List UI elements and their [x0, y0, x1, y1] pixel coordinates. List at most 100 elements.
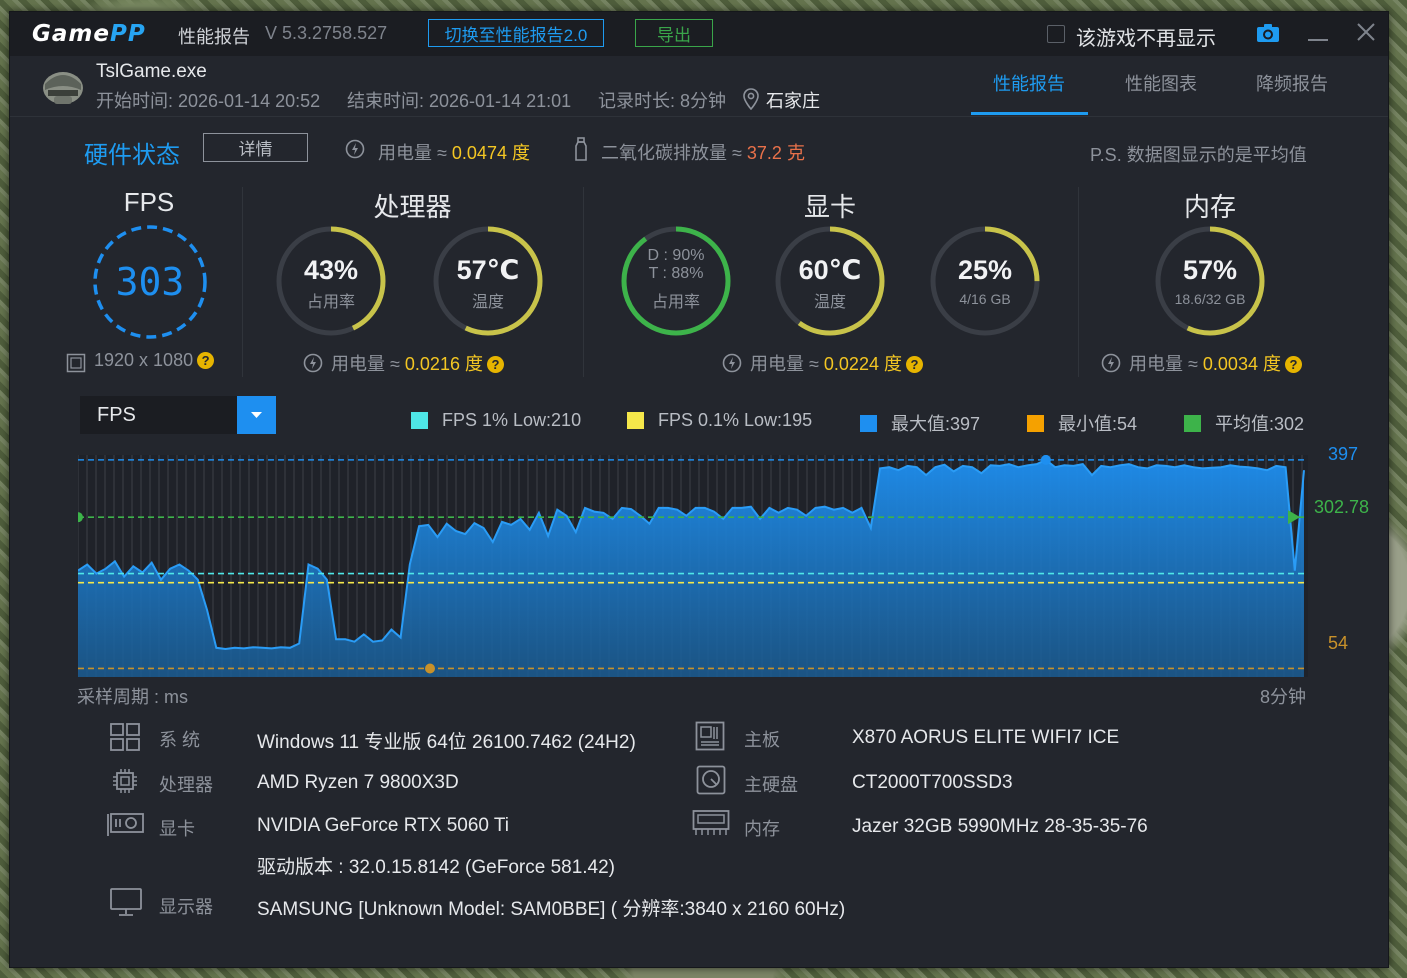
x-axis-left-label: 采样周期 : ms	[77, 687, 188, 707]
disk-value: CT2000T700SSD3	[852, 772, 1013, 793]
cpu-chip-icon	[111, 767, 139, 800]
gpu-value: NVIDIA GeForce RTX 5060 Ti	[257, 815, 510, 836]
gpu-temp-gauge: 60℃ 温度	[774, 225, 886, 337]
legend-avg: 平均值:302	[1184, 410, 1304, 436]
gamepp-logo: GamePP	[32, 21, 146, 47]
mem-value: Jazer 32GB 5990MHz 28-35-35-76	[852, 816, 1148, 837]
gpu-vram-sub: 4/16 GB	[959, 291, 1011, 307]
hide-game-checkbox[interactable]	[1047, 25, 1065, 43]
os-value: Windows 11 专业版 64位 26100.7462 (24H2)	[257, 732, 636, 753]
switch-report-button[interactable]: 切换至性能报告2.0	[428, 19, 604, 47]
help-icon[interactable]: ?	[486, 356, 504, 373]
gpu-temp-label: 温度	[813, 294, 846, 311]
hard-disk-icon	[696, 765, 726, 800]
power-icon	[303, 353, 323, 378]
help-icon[interactable]: ?	[905, 356, 923, 373]
co2-emission: 二氧化碳排放量 ≈ 37.2 克	[601, 143, 805, 163]
cpu-temp-gauge: 57℃ 温度	[432, 225, 544, 337]
fps-gauge: 303	[90, 222, 210, 342]
mem-label: 内存	[744, 819, 780, 839]
resolution: 1920 x 1080?	[94, 350, 215, 371]
monitor-value: SAMSUNG [Unknown Model: SAM0BBE] ( 分辨率:3…	[257, 899, 846, 920]
memory-gauge: 57% 18.6/32 GB	[1154, 225, 1266, 337]
max-marker	[1040, 454, 1051, 465]
average-note: P.S. 数据图显示的是平均值	[1090, 145, 1307, 165]
board-value: X870 AORUS ELITE WIFI7 ICE	[852, 727, 1120, 748]
version-label: V 5.3.2758.527	[265, 23, 388, 43]
power-icon	[1101, 353, 1121, 378]
co2-bottle-icon	[573, 137, 589, 166]
tab-performance-chart[interactable]: 性能图表	[1125, 70, 1197, 96]
metric-select[interactable]: FPS	[80, 396, 276, 434]
gpu-usage-dt: D : 90% T : 88%	[647, 247, 705, 282]
legend-1pct-low: FPS 1% Low:210	[411, 410, 581, 431]
help-icon[interactable]: ?	[197, 352, 215, 369]
memory-power: 用电量 ≈ 0.0034 度?	[1129, 350, 1302, 376]
gpu-vram-gauge: 25% 4/16 GB	[929, 225, 1041, 337]
memory-title: 内存	[1183, 192, 1236, 222]
help-icon[interactable]: ?	[1284, 356, 1302, 373]
power-icon	[722, 353, 742, 378]
monitor-icon	[109, 887, 143, 922]
total-power: 用电量 ≈ 0.0474 度	[378, 143, 530, 163]
gpu-title: 显卡	[803, 192, 856, 222]
cpu-usage-value: 43%	[303, 255, 359, 285]
fps-title: FPS	[123, 187, 175, 217]
report-title: 性能报告	[178, 27, 250, 47]
gpu-temp-value: 60℃	[798, 255, 862, 285]
min-marker	[425, 663, 435, 674]
motherboard-icon	[695, 721, 725, 756]
resolution-icon	[66, 353, 86, 378]
cpu-usage-gauge: 43% 占用率	[275, 225, 387, 337]
divider	[583, 187, 584, 377]
fps-chart[interactable]	[73, 454, 1308, 677]
game-avatar-icon	[40, 66, 86, 111]
os-label: 系 统	[159, 730, 201, 750]
title-bar[interactable]: GamePP 性能报告 V 5.3.2758.527 切换至性能报告2.0 导出…	[10, 12, 1388, 56]
cpu-value: AMD Ryzen 7 9800X3D	[257, 772, 459, 793]
active-tab-indicator	[971, 112, 1088, 115]
driver-value: 驱动版本 : 32.0.15.8142 (GeForce 581.42)	[257, 857, 616, 878]
divider	[242, 187, 243, 377]
cpu-temp-label: 温度	[471, 294, 504, 311]
x-axis-right-label: 8分钟	[1260, 687, 1307, 707]
dropdown-button[interactable]	[237, 396, 276, 434]
start-time: 开始时间: 2026-01-14 20:52	[96, 91, 321, 111]
tab-performance-report[interactable]: 性能报告	[993, 70, 1065, 96]
cpu-temp-value: 57℃	[456, 255, 520, 285]
hardware-status-title: 硬件状态	[84, 142, 180, 169]
gpu-usage-label: 占用率	[651, 294, 700, 311]
memory-sub: 18.6/32 GB	[1174, 291, 1246, 307]
cpu-power: 用电量 ≈ 0.0216 度?	[331, 350, 504, 376]
divider	[1078, 187, 1079, 377]
close-icon[interactable]	[1356, 22, 1376, 47]
legend-swatch	[627, 412, 644, 429]
minimize-icon[interactable]	[1308, 39, 1328, 41]
legend-swatch	[860, 414, 877, 432]
board-label: 主板	[744, 730, 780, 750]
graphics-card-icon	[107, 811, 145, 842]
tab-throttle-report[interactable]: 降频报告	[1256, 70, 1328, 96]
fps-value: 303	[115, 260, 185, 304]
location-icon	[743, 88, 759, 115]
gpu-label: 显卡	[159, 819, 195, 839]
end-time: 结束时间: 2026-01-14 21:01	[347, 91, 572, 111]
legend-swatch	[1184, 414, 1201, 432]
disk-label: 主硬盘	[744, 775, 798, 795]
memory-stick-icon	[692, 809, 730, 842]
gpu-power: 用电量 ≈ 0.0224 度?	[750, 350, 923, 376]
cpu-label: 处理器	[159, 775, 213, 795]
detail-button[interactable]: 详情	[203, 133, 308, 162]
windows-icon	[110, 723, 140, 756]
legend-swatch	[1027, 414, 1044, 432]
gpu-vram-value: 25%	[957, 255, 1013, 285]
hide-game-label: 该游戏不再显示	[1076, 28, 1216, 50]
chevron-down-icon	[251, 412, 262, 418]
location: 石家庄	[766, 91, 820, 111]
fps-chart-svg	[73, 454, 1308, 677]
gpu-usage-gauge: D : 90% T : 88% 占用率	[620, 225, 732, 337]
legend-swatch	[411, 412, 428, 429]
monitor-label: 显示器	[159, 897, 213, 917]
camera-icon[interactable]	[1256, 23, 1280, 48]
export-button[interactable]: 导出	[635, 19, 713, 47]
